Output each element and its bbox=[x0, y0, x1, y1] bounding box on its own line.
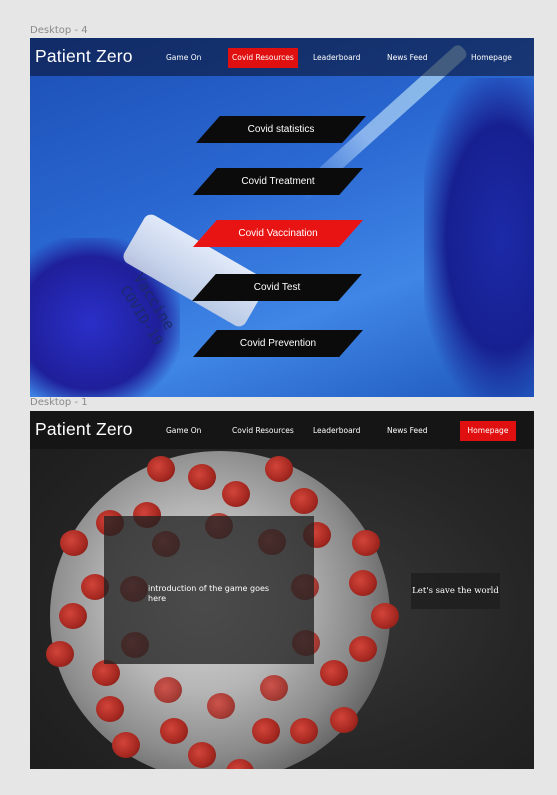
nav-homepage[interactable]: Homepage bbox=[460, 421, 516, 441]
virus-spike bbox=[264, 456, 293, 483]
virus-spike bbox=[289, 717, 318, 744]
nav-homepage[interactable]: Homepage bbox=[467, 50, 516, 66]
virus-spike bbox=[45, 640, 74, 667]
virus-spike bbox=[371, 603, 399, 629]
game-intro-panel: introduction of the game goes here bbox=[104, 516, 314, 664]
nav-leaderboard[interactable]: Leaderboard bbox=[309, 50, 364, 66]
virus-spike bbox=[329, 706, 358, 733]
nav-leaderboard[interactable]: Leaderboard bbox=[309, 423, 364, 439]
nav-news-feed[interactable]: News Feed bbox=[383, 50, 432, 66]
virus-spike bbox=[59, 530, 88, 557]
virus-spike bbox=[320, 659, 349, 686]
covid-test-button[interactable]: Covid Test bbox=[192, 274, 362, 301]
covid-treatment-button[interactable]: Covid Treatment bbox=[193, 168, 363, 195]
virus-spike bbox=[251, 717, 280, 744]
homepage: Patient Zero Game On Covid Resources Lea… bbox=[30, 411, 534, 769]
nav-news-feed[interactable]: News Feed bbox=[383, 423, 432, 439]
virus-spike bbox=[59, 603, 87, 629]
virus-spike bbox=[154, 676, 183, 703]
covid-vaccination-button[interactable]: Covid Vaccination bbox=[193, 220, 363, 247]
virus-spike bbox=[95, 695, 124, 722]
top-navigation: Patient Zero Game On Covid Resources Lea… bbox=[30, 38, 534, 76]
frame-label-home: Desktop - 1 bbox=[30, 397, 88, 408]
nav-covid-resources[interactable]: Covid Resources bbox=[228, 423, 298, 439]
virus-spike bbox=[160, 717, 189, 744]
brand-logo[interactable]: Patient Zero bbox=[35, 46, 133, 67]
covid-resources-page: Vaccine COVID-19 Patient Zero Game On Co… bbox=[30, 38, 534, 397]
nav-covid-resources[interactable]: Covid Resources bbox=[228, 48, 298, 68]
save-world-button[interactable]: Let's save the world bbox=[411, 573, 500, 609]
top-navigation: Patient Zero Game On Covid Resources Lea… bbox=[30, 411, 534, 449]
virus-spike bbox=[221, 481, 250, 508]
virus-spike bbox=[259, 675, 288, 702]
virus-spike bbox=[348, 569, 377, 596]
virus-spike bbox=[289, 488, 318, 515]
gloved-hand-right-image bbox=[424, 78, 534, 397]
game-intro-text: introduction of the game goes here bbox=[148, 584, 270, 603]
virus-spike bbox=[188, 741, 217, 768]
nav-game-on[interactable]: Game On bbox=[162, 50, 205, 66]
brand-logo[interactable]: Patient Zero bbox=[35, 419, 133, 440]
nav-game-on[interactable]: Game On bbox=[162, 423, 205, 439]
covid-prevention-button[interactable]: Covid Prevention bbox=[193, 330, 363, 357]
covid-statistics-button[interactable]: Covid statistics bbox=[196, 116, 366, 143]
virus-spike bbox=[348, 636, 377, 663]
frame-label-resources: Desktop - 4 bbox=[30, 25, 88, 36]
